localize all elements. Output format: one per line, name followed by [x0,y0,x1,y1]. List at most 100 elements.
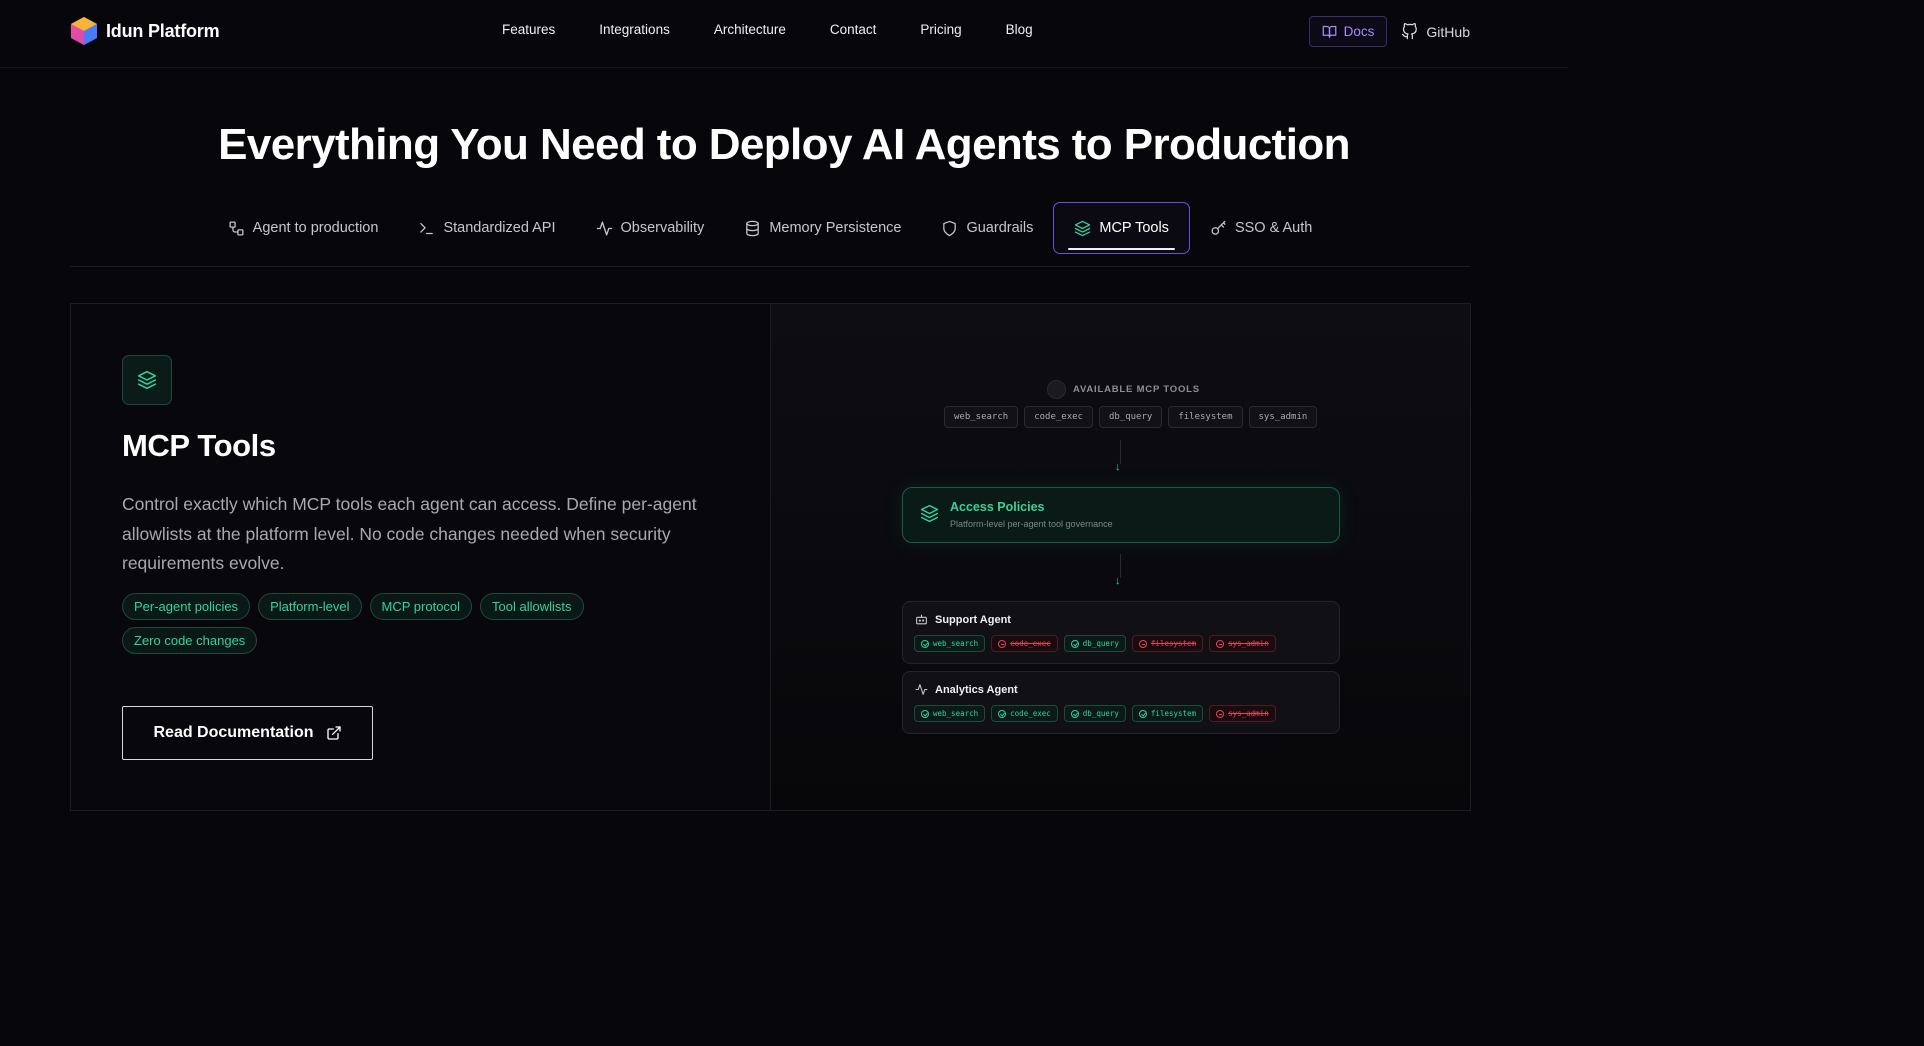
brand-logo-icon [71,17,97,45]
tab-label: MCP Tools [1099,220,1169,236]
tab-label: Agent to production [252,220,379,236]
layers-icon [920,504,939,523]
check-circle-icon [1070,709,1079,718]
nav-link-features[interactable]: Features [502,22,555,37]
key-icon [1211,220,1226,235]
mcp-diagram-panel: AVAILABLE MCP TOOLS web_search code_exec… [771,304,1470,810]
tab-guardrails[interactable]: Guardrails [921,202,1053,254]
agent-tool-permissions: web_search code_exec db_query filesystem… [914,705,1276,722]
feature-icon-badge [122,355,172,405]
tool-name: filesystem [1150,639,1197,648]
read-documentation-label: Read Documentation [153,724,314,741]
check-circle-icon [1070,639,1079,648]
hero-title: Everything You Need to Deploy AI Agents … [218,120,1350,169]
tool-name: web_search [933,639,979,648]
arrow-down-icon: ↓ [1115,575,1121,587]
tool-permission-allowed: db_query [1063,705,1126,722]
blocked-circle-icon [998,639,1007,648]
nav-link-pricing[interactable]: Pricing [920,22,961,37]
top-navigation: Idun Platform Features Integrations Arch… [0,0,1568,68]
tool-permission-allowed: web_search [914,635,986,652]
feature-tag: Per-agent policies [122,593,251,620]
nav-link-architecture[interactable]: Architecture [714,22,786,37]
tool-permission-denied: code_exec [991,635,1058,652]
read-documentation-button[interactable]: Read Documentation [122,706,373,760]
tool-name: filesystem [1150,709,1197,718]
check-circle-icon [998,709,1007,718]
feature-card: MCP Tools Control exactly which MCP tool… [70,303,1471,811]
available-tool-chip: code_exec [1024,406,1093,428]
server-icon [1047,380,1066,399]
tab-agent-to-production[interactable]: Agent to production [208,202,399,254]
available-tool-chip: filesystem [1168,406,1243,428]
agent-name: Analytics Agent [935,683,1018,696]
book-icon [1322,25,1337,38]
tool-permission-allowed: web_search [914,705,986,722]
access-policies-title: Access Policies [950,500,1045,514]
analytics-agent-box: Analytics Agent web_search code_exec db_… [902,671,1340,734]
tab-label: Observability [620,220,705,236]
shield-icon [943,220,957,236]
tab-label: Standardized API [443,220,556,236]
tab-standardized-api[interactable]: Standardized API [398,202,575,254]
tool-permission-allowed: db_query [1063,635,1126,652]
database-icon [746,220,760,236]
github-icon [1402,23,1418,40]
nav-link-blog[interactable]: Blog [1006,22,1033,37]
nav-link-integrations[interactable]: Integrations [599,22,670,37]
layers-icon [1075,220,1091,236]
feature-tag: Tool allowlists [480,593,584,620]
tool-permission-denied: sys_admin [1209,635,1276,652]
tab-label: Guardrails [966,220,1034,236]
tool-name: db_query [1082,709,1119,718]
access-policies-subtitle: Platform-level per-agent tool governance [950,519,1113,529]
workflow-icon [229,220,244,236]
available-tool-chip: sys_admin [1248,406,1318,428]
github-link[interactable]: GitHub [1401,23,1470,40]
nav-actions: Docs GitHub [1308,16,1470,47]
tab-label: Memory Persistence [769,220,902,236]
brand[interactable]: Idun Platform [70,16,220,46]
tab-memory-persistence[interactable]: Memory Persistence [724,202,921,254]
feature-title: MCP Tools [122,428,276,463]
available-tools-label: AVAILABLE MCP TOOLS [1073,384,1200,395]
feature-tabs: Agent to production Standardized API Obs… [70,202,1470,267]
agent-name: Support Agent [935,613,1011,626]
feature-tag: MCP protocol [369,593,473,620]
tool-name: code_exec [1010,639,1051,648]
docs-button[interactable]: Docs [1308,16,1388,47]
blocked-circle-icon [1216,709,1225,718]
tool-name: sys_admin [1228,639,1269,648]
blocked-circle-icon [1216,639,1225,648]
bot-icon [916,614,927,625]
available-tools-list: web_search code_exec db_query filesystem… [944,406,1318,428]
blocked-circle-icon [1138,639,1147,648]
agent-header: Support Agent [915,613,1011,626]
tool-permission-denied: sys_admin [1209,705,1276,722]
brand-name: Idun Platform [106,20,220,41]
tool-name: code_exec [1010,709,1051,718]
check-circle-icon [921,639,929,648]
layers-icon [137,370,157,390]
feature-description: Control exactly which MCP tools each age… [122,494,697,573]
tab-mcp-tools[interactable]: MCP Tools [1053,202,1190,254]
tab-label: SSO & Auth [1234,220,1313,236]
feature-tag: Zero code changes [122,627,258,654]
available-tool-chip: db_query [1098,406,1163,428]
github-label: GitHub [1426,23,1470,40]
tool-permission-denied: filesystem [1131,635,1204,652]
tool-name: sys_admin [1228,709,1269,718]
tool-permission-allowed: code_exec [991,705,1058,722]
terminal-icon [420,222,434,234]
available-tools-header: AVAILABLE MCP TOOLS [1047,380,1200,399]
agent-header: Analytics Agent [915,683,1018,696]
tab-observability[interactable]: Observability [576,202,725,254]
docs-label: Docs [1343,24,1375,39]
check-circle-icon [1138,709,1147,718]
available-tool-chip: web_search [944,406,1019,428]
tab-sso-auth[interactable]: SSO & Auth [1190,202,1332,254]
access-policies-box: Access Policies Platform-level per-agent… [902,487,1340,543]
nav-link-contact[interactable]: Contact [830,22,877,37]
tool-name: web_search [933,709,979,718]
feature-tag: Platform-level [258,593,362,620]
